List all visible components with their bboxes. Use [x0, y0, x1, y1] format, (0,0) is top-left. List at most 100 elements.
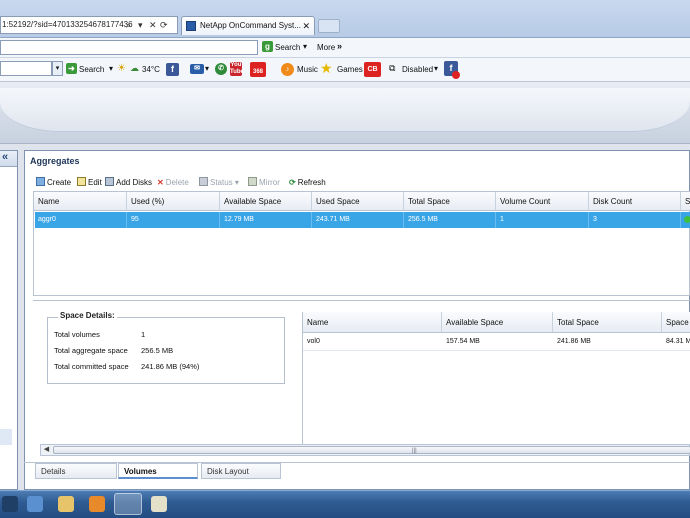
disabled-dropdown-icon[interactable]: ▾	[434, 64, 438, 73]
toolbar2-search-button[interactable]: Search	[79, 65, 104, 74]
search-options-icon[interactable]: ▾	[109, 64, 113, 73]
mail-icon[interactable]: ✉	[190, 64, 204, 74]
scroll-grip: |||	[412, 448, 417, 454]
table-cell: 12.79 MB	[220, 212, 312, 228]
browser-toolbar-2: ▾ ➜ Search ▾ ☀ ☁ 34°C f ✉ ▾ ✆ You Tube 36…	[0, 58, 690, 82]
ie-icon[interactable]	[27, 496, 43, 512]
folder-icon[interactable]	[58, 496, 74, 512]
space-details-legend: Space Details:	[58, 311, 117, 320]
column-header[interactable]: Used Space	[312, 192, 404, 211]
status-online-icon	[684, 216, 690, 223]
games-button[interactable]: Games	[337, 65, 363, 74]
cb-icon[interactable]: CB	[364, 62, 381, 77]
collapse-nav-icon[interactable]: «	[2, 152, 16, 164]
add-disks-button[interactable]: Add Disks	[105, 175, 152, 191]
youtube-icon[interactable]: You Tube	[230, 62, 244, 76]
refresh-icon[interactable]: ⟳	[160, 17, 168, 33]
refresh-icon: ⟳	[289, 178, 296, 187]
messenger-icon[interactable]: ✆	[215, 63, 227, 75]
tab-volumes[interactable]: Volumes	[118, 463, 198, 479]
space-label: Total committed space	[54, 362, 129, 371]
google-icon: g	[262, 41, 273, 52]
column-header[interactable]: Total Space	[404, 192, 496, 211]
weather-icon: ☀	[117, 63, 126, 74]
dropdown-icon[interactable]: ▾	[138, 17, 143, 33]
disabled-button[interactable]: Disabled	[402, 65, 433, 74]
dropdown-arrow-icon[interactable]: ▾	[52, 61, 63, 76]
table-cell: 84.31 M	[666, 338, 690, 345]
toolbar-search-field[interactable]	[0, 40, 258, 55]
aggregates-toolbar: Create Edit Add Disks ✕ Delete Status ▾ M…	[33, 175, 690, 191]
column-header[interactable]: Available Space	[220, 192, 312, 211]
table-cell: 1	[496, 212, 589, 228]
mirror-button[interactable]: Mirror	[248, 175, 280, 191]
column-header[interactable]: Used (%)	[127, 192, 220, 211]
start-button-icon[interactable]	[2, 496, 18, 512]
horizontal-scrollbar[interactable]: ◀ |||	[40, 444, 690, 456]
music-icon[interactable]: ♪	[281, 63, 294, 76]
address-bar[interactable]: 1:52192/?sid=470133254678177436 ⌕ ▾ ✕ ⟳	[0, 16, 178, 34]
stop-icon[interactable]: ✕	[149, 17, 157, 33]
create-button[interactable]: Create	[36, 175, 71, 191]
left-nav-panel	[0, 150, 18, 490]
column-header[interactable]: S	[681, 192, 690, 211]
edit-button[interactable]: Edit	[77, 175, 102, 191]
new-tab-button[interactable]	[318, 19, 340, 33]
table-cell: aggr0	[34, 212, 127, 228]
left-nav-selected-item[interactable]	[0, 429, 12, 445]
column-header[interactable]: Space U	[662, 312, 690, 333]
column-header[interactable]: Disk Count	[589, 192, 681, 211]
table-cell: 243.71 MB	[312, 212, 404, 228]
more-button[interactable]: More	[317, 43, 335, 52]
facebook-icon[interactable]: f	[166, 63, 179, 76]
aggregates-table: Name Used (%) Available Space Used Space…	[33, 191, 690, 296]
column-header[interactable]: Name	[303, 312, 442, 333]
column-header[interactable]: Name	[34, 192, 127, 211]
active-app-icon[interactable]	[114, 493, 142, 515]
space-value: 241.86 MB (94%)	[141, 362, 200, 371]
refresh-button[interactable]: ⟳ Refresh	[289, 175, 326, 191]
create-icon	[36, 177, 45, 186]
popup-blocker-icon: ⧉	[389, 63, 396, 73]
table-cell: 256.5 MB	[404, 212, 496, 228]
status-button[interactable]: Status ▾	[199, 175, 239, 191]
games-star-icon[interactable]: ★	[320, 60, 333, 77]
mirror-icon	[248, 177, 257, 186]
weather-temperature[interactable]: 34°C	[142, 65, 160, 74]
column-header[interactable]: Available Space	[442, 312, 553, 333]
status-icon	[199, 177, 208, 186]
more-chevron-icon[interactable]: »	[337, 41, 342, 51]
volumes-table: Name Available Space Total Space Space U…	[302, 312, 690, 444]
delete-icon: ✕	[157, 178, 164, 187]
search-icon[interactable]: ⌕	[126, 17, 131, 33]
column-header[interactable]: Total Space	[553, 312, 662, 333]
row-divider	[303, 350, 690, 351]
scrollbar-thumb[interactable]: |||	[53, 446, 690, 454]
delete-button[interactable]: ✕ Delete	[157, 175, 189, 191]
close-tab-icon[interactable]: ✕	[302, 17, 310, 35]
browser-toolbar-1: g Search ▾ More »	[0, 38, 690, 58]
chevron-down-icon[interactable]: ▾	[303, 42, 307, 51]
music-button[interactable]: Music	[297, 65, 318, 74]
notification-badge	[452, 71, 460, 79]
tab-details[interactable]: Details	[35, 463, 117, 479]
browser-tab[interactable]: NetApp OnCommand Syst... ✕	[181, 16, 315, 35]
toolbar2-search-field[interactable]	[0, 61, 52, 76]
table-cell: 157.54 MB	[446, 338, 480, 345]
app-368-icon[interactable]: 368	[250, 62, 266, 77]
space-label: Total aggregate space	[54, 346, 128, 355]
panel-title: Aggregates	[30, 156, 80, 166]
media-player-icon[interactable]	[89, 496, 105, 512]
scroll-left-icon[interactable]: ◀	[41, 445, 52, 455]
tab-disk-layout[interactable]: Disk Layout	[201, 463, 281, 479]
table-cell: 241.86 MB	[557, 338, 591, 345]
space-label: Total volumes	[54, 330, 100, 339]
toolbar-search-button[interactable]: Search	[275, 43, 300, 52]
netapp-favicon-icon	[186, 21, 196, 31]
address-text: 1:52192/?sid=470133254678177436	[2, 20, 133, 29]
app-icon[interactable]	[151, 496, 167, 512]
mail-dropdown-icon[interactable]: ▾	[205, 64, 209, 73]
column-header[interactable]: Volume Count	[496, 192, 589, 211]
table-cell: 3	[589, 212, 681, 228]
table-cell[interactable]: vol0	[303, 334, 442, 350]
